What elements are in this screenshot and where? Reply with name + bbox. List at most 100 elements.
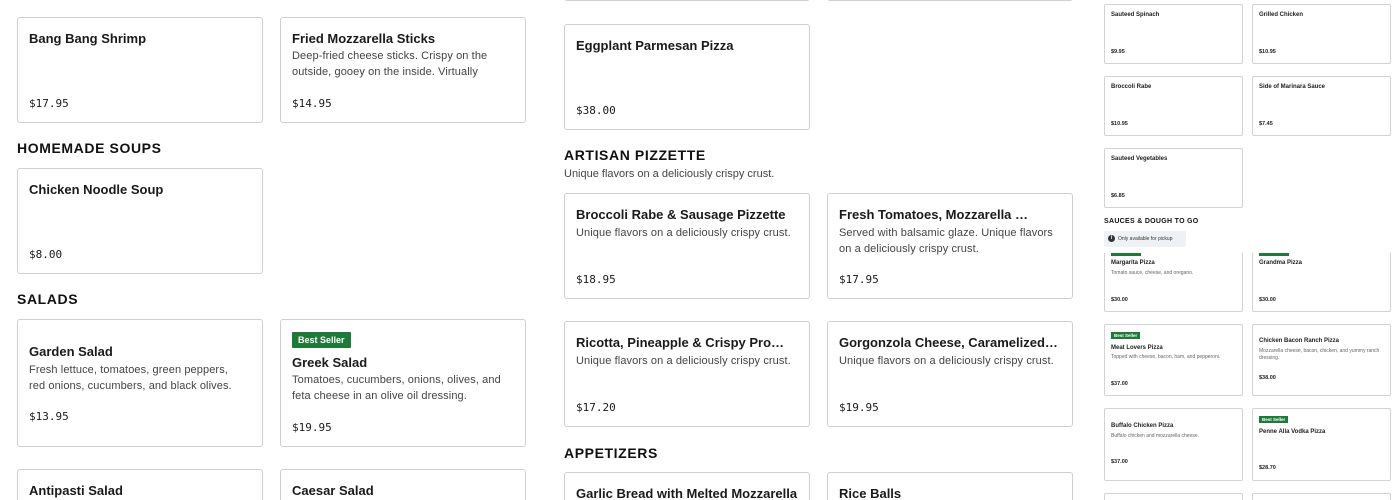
item-price: $9.95 <box>1111 49 1125 55</box>
item-name: Antipasti Salad <box>29 483 123 498</box>
item-description: Buffalo chicken and mozzarella cheese. <box>1111 433 1200 439</box>
item-name: Garden Salad <box>29 344 113 359</box>
pizza-item-card[interactable]: Margarita Pizza Tomato sauce, cheese, an… <box>1104 252 1243 312</box>
menu-item-card[interactable]: Rice Balls <box>827 472 1073 500</box>
section-title: SAUCES & DOUGH TO GO <box>1104 218 1199 225</box>
item-name: Bang Bang Shrimp <box>29 31 147 46</box>
item-description: Unique flavors on a deliciously crispy c… <box>839 355 1054 367</box>
item-price: $30.00 <box>1259 297 1276 303</box>
menu-item-card[interactable]: Garlic Bread with Melted Mozzarella <box>564 472 810 500</box>
item-name: Greek Salad <box>292 355 368 370</box>
item-name: Buffalo Chicken Pizza <box>1111 423 1174 429</box>
badge-strip <box>1111 253 1141 256</box>
item-price: $14.95 <box>292 97 332 110</box>
item-price: $37.00 <box>1111 381 1128 387</box>
menu-item-card[interactable]: Antipasti Salad <box>17 469 263 500</box>
item-price: $19.95 <box>839 401 879 414</box>
item-description: Tomato sauce, cheese, and oregano. <box>1111 270 1194 276</box>
item-price: $13.95 <box>29 410 69 423</box>
side-item-card[interactable]: Side of Marinara Sauce $7.45 <box>1252 76 1391 136</box>
item-price: $38.00 <box>1259 375 1276 381</box>
section-title: APPETIZERS <box>564 445 658 461</box>
badge-strip <box>1259 253 1289 256</box>
pickup-note-text: Only available for pickup <box>1118 236 1173 242</box>
pizza-item-card[interactable]: Buffalo Chicken Pizza Buffalo chicken an… <box>1104 408 1243 481</box>
item-price: $17.95 <box>839 273 879 286</box>
item-price: $19.95 <box>292 421 332 434</box>
menu-item-card[interactable]: Eggplant Parmesan Pizza $38.00 <box>564 24 810 130</box>
item-name: Side of Marinara Sauce <box>1259 84 1326 90</box>
menu-item-card[interactable]: Caesar Salad <box>280 469 526 500</box>
pizza-item-card[interactable]: Best Seller Meat Lovers Pizza Topped wit… <box>1104 324 1243 396</box>
item-description: Tomatoes, cucumbers, onions, olives, and… <box>292 374 501 402</box>
menu-item-card[interactable]: Fresh Tomatoes, Mozzarella & Basil Pizze… <box>827 193 1073 299</box>
item-description: Deep-fried cheese sticks. Crispy on the … <box>292 50 488 78</box>
menu-item-card[interactable]: Chicken Noodle Soup $8.00 <box>17 168 263 274</box>
item-name: Fresh Tomatoes, Mozzarella & Basil Pizze… <box>839 207 1032 222</box>
item-price: $37.00 <box>1111 459 1128 465</box>
side-item-card[interactable]: Broccoli Rabe $10.95 <box>1104 76 1243 136</box>
menu-item-card[interactable]: Broccoli Rabe & Sausage Pizzette Unique … <box>564 193 810 299</box>
item-price: $30.00 <box>1111 297 1128 303</box>
menu-item-card[interactable]: Best Seller Greek Salad Tomatoes, cucumb… <box>280 319 526 447</box>
pickup-notice: i Only available for pickup <box>1104 231 1186 247</box>
item-price: $17.95 <box>29 97 69 110</box>
item-name: Broccoli Rabe & Sausage Pizzette <box>576 207 786 222</box>
item-name: Chicken Noodle Soup <box>29 182 164 197</box>
item-price: $10.95 <box>1259 49 1276 55</box>
item-name: Chicken Bacon Ranch Pizza <box>1259 338 1340 344</box>
item-description: Served with balsamic glaze. Unique flavo… <box>839 227 1053 255</box>
item-name: Caesar Salad <box>292 483 374 498</box>
item-price: $18.95 <box>576 273 616 286</box>
item-name: Ricotta, Pineapple & Crispy Prosciutto P… <box>576 335 787 350</box>
item-name: Garlic Bread with Melted Mozzarella <box>576 486 798 500</box>
item-price: $10.95 <box>1111 121 1128 127</box>
side-item-card[interactable]: Sauteed Vegetables $6.85 <box>1104 148 1243 208</box>
section-title: SALADS <box>17 291 79 307</box>
item-name: Eggplant Parmesan Pizza <box>576 38 734 53</box>
item-description: Fresh lettuce, tomatoes, green peppers, … <box>29 364 232 392</box>
item-description: Unique flavors on a deliciously crispy c… <box>576 355 791 367</box>
best-seller-badge: Best Seller <box>1111 332 1141 339</box>
item-price: $17.20 <box>576 401 616 414</box>
item-name: Sauteed Vegetables <box>1111 156 1168 162</box>
item-price: $8.00 <box>29 248 63 261</box>
item-price: $7.45 <box>1259 121 1273 127</box>
item-name: Grandma Pizza <box>1259 260 1303 266</box>
menu-item-card-partial[interactable] <box>564 0 810 1</box>
item-name: Margarita Pizza <box>1111 260 1155 266</box>
item-name: Meat Lovers Pizza <box>1111 345 1163 351</box>
item-price: $6.85 <box>1111 193 1125 199</box>
menu-item-card[interactable]: Bang Bang Shrimp $17.95 <box>17 17 263 123</box>
item-description: Unique flavors on a deliciously crispy c… <box>576 227 791 239</box>
info-icon: i <box>1108 235 1115 242</box>
pizza-item-card[interactable]: Chicken Bacon Ranch Pizza Mozzarella che… <box>1252 324 1391 396</box>
item-name: Broccoli Rabe <box>1111 84 1152 90</box>
item-name: Gorgonzola Cheese, Caramelized Onion & P… <box>839 335 1059 350</box>
item-name: Sauteed Spinach <box>1111 12 1160 18</box>
pizza-item-card-partial[interactable] <box>1104 493 1243 500</box>
pizza-item-card[interactable]: Grandma Pizza $30.00 <box>1252 252 1391 312</box>
item-description: Topped with cheese, bacon, ham, and pepp… <box>1111 354 1221 360</box>
menu-item-card[interactable]: Ricotta, Pineapple & Crispy Prosciutto P… <box>564 321 810 427</box>
item-description: Mozzarella cheese, bacon, chicken, and y… <box>1259 348 1380 361</box>
item-name: Fried Mozzarella Sticks <box>292 31 436 46</box>
section-title: ARTISAN PIZZETTE <box>564 147 706 163</box>
item-price: $28.70 <box>1259 465 1276 471</box>
item-name: Grilled Chicken <box>1259 12 1304 18</box>
section-subtitle: Unique flavors on a deliciously crispy c… <box>564 168 775 180</box>
side-item-card[interactable]: Grilled Chicken $10.95 <box>1252 4 1391 64</box>
best-seller-badge: Best Seller <box>1259 416 1289 423</box>
menu-item-card[interactable]: Garden Salad Fresh lettuce, tomatoes, gr… <box>17 319 263 447</box>
item-price: $38.00 <box>576 104 616 117</box>
menu-item-card-partial[interactable] <box>827 0 1073 1</box>
item-name: Rice Balls <box>839 486 902 500</box>
menu-item-card[interactable]: Gorgonzola Cheese, Caramelized Onion & P… <box>827 321 1073 427</box>
pizza-item-card-partial[interactable] <box>1252 493 1391 500</box>
section-title: HOMEMADE SOUPS <box>17 140 162 156</box>
side-item-card[interactable]: Sauteed Spinach $9.95 <box>1104 4 1243 64</box>
pizza-item-card[interactable]: Best Seller Penne Alla Vodka Pizza $28.7… <box>1252 408 1391 481</box>
item-name: Penne Alla Vodka Pizza <box>1259 429 1326 435</box>
menu-item-card[interactable]: Fried Mozzarella Sticks Deep-fried chees… <box>280 17 526 123</box>
best-seller-badge: Best Seller <box>292 332 351 348</box>
